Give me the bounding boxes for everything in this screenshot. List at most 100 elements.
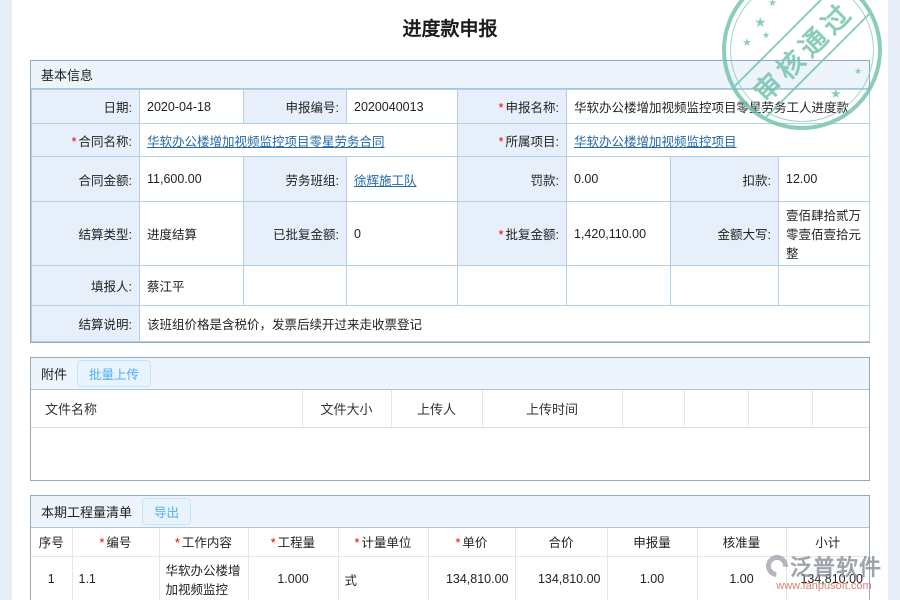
total-price-header: 合价	[515, 528, 607, 557]
labor-team-label: 劳务班组:	[244, 157, 347, 202]
penalty-value: 0.00	[567, 157, 671, 202]
basic-info-section-title: 基本信息	[41, 65, 93, 84]
date-value: 2020-04-18	[140, 90, 244, 124]
subtotal-cell: 134,810.00	[786, 557, 869, 600]
deduction-value: 12.00	[779, 157, 870, 202]
table-row: 填报人: 蔡江平	[32, 266, 870, 306]
approved-before-value: 0	[347, 202, 458, 266]
empty-cell	[244, 266, 347, 306]
total-price-cell: 134,810.00	[515, 557, 607, 600]
quantity-list-section-title: 本期工程量清单	[41, 502, 132, 521]
table-row: 1 1.1 华软办公楼增加视频监控 1.000 式 134,810.00 134…	[31, 557, 869, 600]
unit-cell: 式	[338, 557, 428, 600]
quantity-list-section-header: 本期工程量清单 导出	[31, 496, 869, 528]
required-asterisk: *	[355, 536, 360, 550]
labor-team-value: 徐辉施工队	[347, 157, 458, 202]
settle-type-label: 结算类型:	[32, 202, 140, 266]
quantity-list-header-row: 序号 *编号 *工作内容 *工程量 *计量单位 *单价 合价 申报量 核准量 小…	[31, 528, 869, 557]
table-row: 合同金额: 11,600.00 劳务班组: 徐辉施工队 罚款: 0.00 扣款:…	[32, 157, 870, 202]
required-asterisk: *	[100, 536, 105, 550]
approved-qty-header: 核准量	[697, 528, 786, 557]
seq-cell: 1	[31, 557, 72, 600]
approved-qty-cell: 1.00	[697, 557, 786, 600]
approved-amount-label: *批复金额:	[458, 202, 567, 266]
filler-value: 蔡江平	[140, 266, 244, 306]
attachments-empty-body	[31, 428, 869, 480]
required-asterisk: *	[271, 536, 276, 550]
penalty-label: 罚款:	[458, 157, 567, 202]
empty-cell	[567, 266, 671, 306]
quantity-header: *工程量	[248, 528, 338, 557]
date-label: 日期:	[32, 90, 140, 124]
uploader-header: 上传人	[391, 390, 482, 427]
required-asterisk: *	[72, 135, 77, 149]
settle-note-value: 该班组价格是含税价，发票后续开过来走收票登记	[140, 306, 870, 342]
empty-cell	[458, 266, 567, 306]
batch-upload-button[interactable]: 批量上传	[77, 360, 151, 387]
contract-amount-label: 合同金额:	[32, 157, 140, 202]
unit-price-cell: 134,810.00	[428, 557, 515, 600]
work-content-header: *工作内容	[159, 528, 248, 557]
empty-header	[748, 390, 812, 427]
empty-header	[684, 390, 748, 427]
settle-type-value: 进度结算	[140, 202, 244, 266]
settle-note-label: 结算说明:	[32, 306, 140, 342]
subtotal-header: 小计	[786, 528, 869, 557]
export-button[interactable]: 导出	[142, 498, 191, 525]
approved-amount-value: 1,420,110.00	[567, 202, 671, 266]
filler-label: 填报人:	[32, 266, 140, 306]
empty-cell	[779, 266, 870, 306]
table-row: 日期: 2020-04-18 申报编号: 2020040013 *申报名称: 华…	[32, 90, 870, 124]
code-header: *编号	[72, 528, 159, 557]
basic-info-table: 日期: 2020-04-18 申报编号: 2020040013 *申报名称: 华…	[31, 89, 870, 342]
labor-team-link[interactable]: 徐辉施工队	[354, 174, 417, 188]
unit-price-header: *单价	[428, 528, 515, 557]
quantity-cell: 1.000	[248, 557, 338, 600]
empty-cell	[671, 266, 779, 306]
declared-qty-header: 申报量	[607, 528, 697, 557]
quantity-list-section: 本期工程量清单 导出 序号 *编号 *工作内容 *工程量 *计量单位 *单价 合…	[30, 495, 870, 600]
contract-name-link[interactable]: 华软办公楼增加视频监控项目零星劳务合同	[147, 135, 385, 149]
declaration-name-value: 华软办公楼增加视频监控项目零星劳务工人进度款	[567, 90, 870, 124]
project-value: 华软办公楼增加视频监控项目	[567, 124, 870, 157]
required-asterisk: *	[499, 228, 504, 242]
table-row: *合同名称: 华软办公楼增加视频监控项目零星劳务合同 *所属项目: 华软办公楼增…	[32, 124, 870, 157]
empty-header	[622, 390, 684, 427]
attachments-section-header: 附件 批量上传	[31, 358, 869, 390]
unit-header: *计量单位	[338, 528, 428, 557]
declaration-name-label: *申报名称:	[458, 90, 567, 124]
page: 进度款申报 审核通过 ★ ★ ★ ★ ★ ★ 基本信息 日期: 2020-04-…	[12, 0, 888, 600]
basic-info-section: 基本信息 日期: 2020-04-18 申报编号: 2020040013 *申报…	[30, 60, 870, 343]
basic-info-section-header: 基本信息	[31, 61, 869, 89]
attachments-header-row: 文件名称 文件大小 上传人 上传时间	[31, 390, 869, 427]
required-asterisk: *	[499, 135, 504, 149]
required-asterisk: *	[456, 536, 461, 550]
project-label: *所属项目:	[458, 124, 567, 157]
work-content-cell: 华软办公楼增加视频监控	[159, 557, 248, 600]
file-size-header: 文件大小	[302, 390, 391, 427]
declared-qty-cell: 1.00	[607, 557, 697, 600]
table-row: 结算类型: 进度结算 已批复金额: 0 *批复金额: 1,420,110.00 …	[32, 202, 870, 266]
declaration-no-value: 2020040013	[347, 90, 458, 124]
seq-header: 序号	[31, 528, 72, 557]
contract-amount-value: 11,600.00	[140, 157, 244, 202]
declaration-no-label: 申报编号:	[244, 90, 347, 124]
file-name-header: 文件名称	[31, 390, 302, 427]
required-asterisk: *	[499, 101, 504, 115]
approved-before-label: 已批复金额:	[244, 202, 347, 266]
attachments-section-title: 附件	[41, 364, 67, 383]
amount-words-value: 壹佰肆拾贰万零壹佰壹拾元整	[779, 202, 870, 266]
page-title: 进度款申报	[12, 0, 888, 60]
code-cell: 1.1	[72, 557, 159, 600]
upload-time-header: 上传时间	[482, 390, 622, 427]
required-asterisk: *	[175, 536, 180, 550]
attachments-table: 文件名称 文件大小 上传人 上传时间	[31, 390, 869, 428]
contract-name-value: 华软办公楼增加视频监控项目零星劳务合同	[140, 124, 458, 157]
contract-name-label: *合同名称:	[32, 124, 140, 157]
quantity-list-table: 序号 *编号 *工作内容 *工程量 *计量单位 *单价 合价 申报量 核准量 小…	[31, 528, 869, 600]
deduction-label: 扣款:	[671, 157, 779, 202]
project-link[interactable]: 华软办公楼增加视频监控项目	[574, 135, 737, 149]
empty-cell	[347, 266, 458, 306]
empty-header	[812, 390, 869, 427]
table-row: 结算说明: 该班组价格是含税价，发票后续开过来走收票登记	[32, 306, 870, 342]
